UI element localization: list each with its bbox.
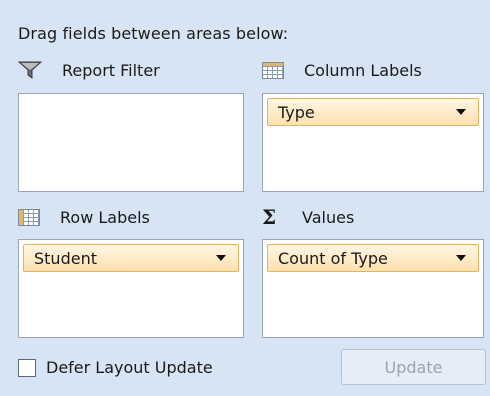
row-labels-drop-area[interactable]: Student xyxy=(18,239,244,338)
field-chip-label: Count of Type xyxy=(278,248,388,268)
chevron-down-icon[interactable] xyxy=(216,255,226,261)
values-header: Σ Values xyxy=(262,205,354,229)
chevron-down-icon[interactable] xyxy=(456,109,466,115)
column-labels-drop-area[interactable]: Type xyxy=(262,93,484,192)
values-label: Values xyxy=(302,207,355,227)
defer-layout-label: Defer Layout Update xyxy=(46,358,213,377)
field-chip-label: Student xyxy=(34,248,97,268)
chevron-down-icon[interactable] xyxy=(456,255,466,261)
column-labels-label: Column Labels xyxy=(304,60,422,80)
row-labels-label: Row Labels xyxy=(60,207,150,227)
row-labels-header: Row Labels xyxy=(18,205,150,229)
row-grid-icon xyxy=(18,208,40,226)
field-chip-type[interactable]: Type xyxy=(267,98,479,126)
update-button[interactable]: Update xyxy=(341,349,486,385)
column-grid-icon xyxy=(262,61,284,79)
report-filter-header: Report Filter xyxy=(17,58,160,82)
instructions-text: Drag fields between areas below: xyxy=(18,24,289,43)
values-drop-area[interactable]: Count of Type xyxy=(262,239,484,338)
field-chip-student[interactable]: Student xyxy=(23,244,239,272)
field-chip-count-of-type[interactable]: Count of Type xyxy=(267,244,479,272)
defer-layout-update[interactable]: Defer Layout Update xyxy=(18,358,213,377)
defer-layout-checkbox[interactable] xyxy=(18,358,36,377)
filter-icon xyxy=(17,61,43,79)
report-filter-drop-area[interactable] xyxy=(18,93,244,192)
report-filter-label: Report Filter xyxy=(62,60,160,80)
pivot-field-areas-panel: Drag fields between areas below: Report … xyxy=(0,0,490,396)
field-chip-label: Type xyxy=(278,102,315,122)
sigma-icon: Σ xyxy=(262,205,277,229)
column-labels-header: Column Labels xyxy=(262,58,422,82)
